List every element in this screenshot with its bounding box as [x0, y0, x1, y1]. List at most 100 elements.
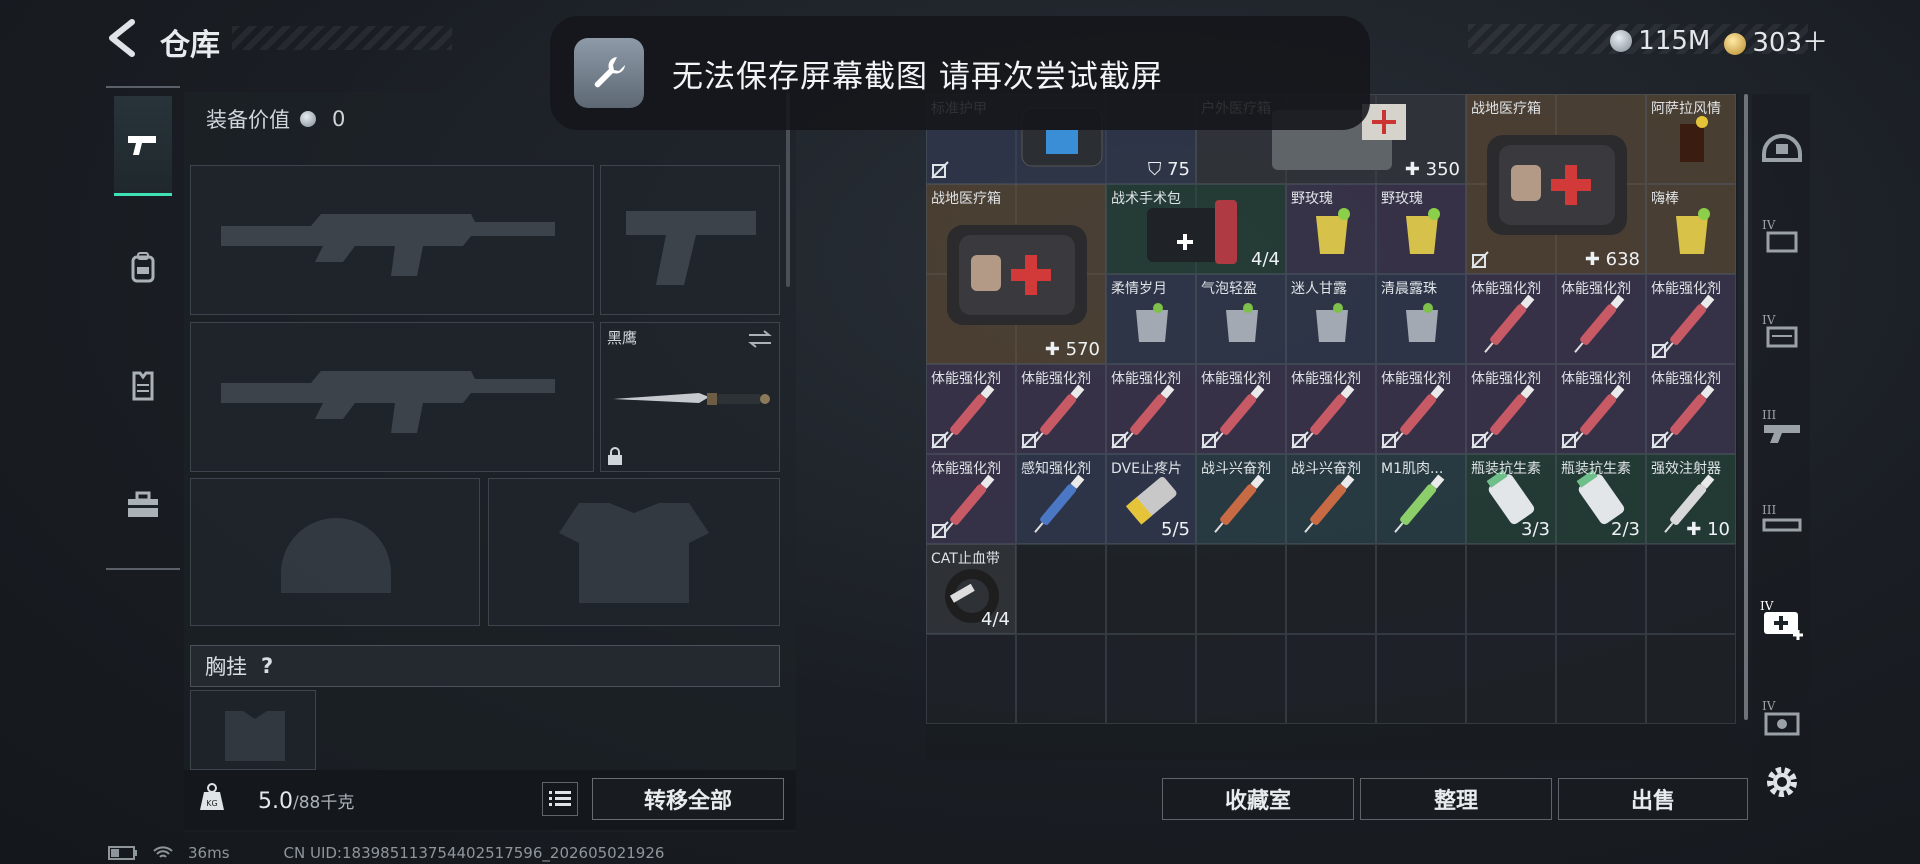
storage-item[interactable]: 野玫瑰 [1286, 184, 1376, 274]
storage-item[interactable]: 体能强化剂 [1556, 364, 1646, 454]
gold-currency[interactable]: 303＋ [1724, 22, 1828, 59]
help-icon[interactable]: ? [261, 654, 273, 678]
item-count-value: 75 [1167, 159, 1190, 180]
empty-slot[interactable] [1286, 544, 1376, 634]
filter-medical-iv[interactable]: IV [1756, 590, 1808, 650]
empty-slot[interactable] [1196, 544, 1286, 634]
back-chevron-icon[interactable] [104, 18, 140, 58]
filter-gun-iii[interactable]: III [1756, 395, 1808, 455]
gold-amount: 303＋ [1752, 28, 1828, 58]
storage-item[interactable]: 阿萨拉风情 [1646, 94, 1736, 184]
filter-device-iv[interactable]: IV [1756, 688, 1808, 748]
no-trade-icon [931, 521, 949, 539]
empty-slot[interactable] [1016, 544, 1106, 634]
filter-armor-iv-b[interactable]: IV [1756, 300, 1808, 360]
tab-toolbox[interactable] [114, 455, 172, 555]
settings-button[interactable] [1756, 752, 1808, 812]
storage-item[interactable]: 体能强化剂 [1016, 364, 1106, 454]
storage-item[interactable]: 战术手术包 4/4 [1106, 184, 1286, 274]
storage-item[interactable]: 瓶装抗生素 2/3 [1556, 454, 1646, 544]
storage-item[interactable]: 体能强化剂 [1556, 274, 1646, 364]
list-view-button[interactable] [542, 782, 578, 816]
storage-item[interactable]: 嗨棒 [1646, 184, 1736, 274]
storage-grid: 标准护甲⛉ 75户外医疗箱✚ 350战地医疗箱✚ 638阿萨拉风情战地医疗箱✚ … [926, 94, 1738, 760]
vest-silhouette-icon [225, 711, 285, 761]
item-count-value: 5/5 [1161, 519, 1190, 540]
primary-weapon-slot[interactable] [190, 165, 594, 315]
filter-armor-iv[interactable]: IV [1756, 205, 1808, 265]
no-trade-icon [1651, 341, 1669, 359]
storage-item[interactable]: 气泡轻盈 [1196, 274, 1286, 364]
helmet-slot[interactable] [190, 478, 480, 626]
swap-icon[interactable] [747, 329, 773, 349]
melee-slot[interactable]: 黑鹰 [600, 322, 780, 472]
storage-scrollbar[interactable] [1744, 94, 1748, 720]
silver-currency[interactable]: 115M [1610, 26, 1710, 56]
item-count: ✚ 350 [1405, 159, 1460, 180]
storage-item[interactable]: 体能强化剂 [1376, 364, 1466, 454]
armor-slot[interactable] [488, 478, 780, 626]
sell-button[interactable]: 出售 [1558, 778, 1748, 820]
storage-item[interactable]: 战地医疗箱 ✚ 638 [1466, 94, 1646, 274]
storage-item[interactable]: 柔情岁月 [1106, 274, 1196, 364]
storage-item[interactable]: 战斗兴奋剂 [1196, 454, 1286, 544]
storage-item[interactable]: 迷人甘露 [1286, 274, 1376, 364]
storage-item[interactable]: 体能强化剂 [926, 364, 1016, 454]
storage-item[interactable]: 体能强化剂 [1466, 274, 1556, 364]
filter-helmet[interactable] [1756, 112, 1808, 172]
item-name: 体能强化剂 [1021, 371, 1091, 387]
tab-backpack[interactable] [114, 218, 172, 318]
storage-item[interactable]: 体能强化剂 [926, 454, 1016, 544]
wifi-icon [153, 846, 173, 858]
storage-item[interactable]: 体能强化剂 [1646, 364, 1736, 454]
empty-slot[interactable] [1376, 544, 1466, 634]
chest-rig-slot[interactable] [190, 690, 316, 770]
empty-slot[interactable] [1556, 544, 1646, 634]
storage-item[interactable]: CAT止血带 4/4 [926, 544, 1016, 634]
storage-item[interactable]: 体能强化剂 [1196, 364, 1286, 454]
filter-gun-iii-b[interactable]: III [1756, 490, 1808, 550]
empty-slot[interactable] [1556, 634, 1646, 724]
storage-item[interactable]: 战地医疗箱 ✚ 570 [926, 184, 1106, 364]
no-trade-icon [1471, 431, 1489, 449]
empty-slot[interactable] [1466, 634, 1556, 724]
battery-icon [108, 846, 137, 860]
storage-item[interactable]: 体能强化剂 [1286, 364, 1376, 454]
empty-slot[interactable] [1646, 544, 1736, 634]
storage-item[interactable]: 野玫瑰 [1376, 184, 1466, 274]
transfer-all-button[interactable]: 转移全部 [592, 778, 784, 820]
equipment-value: 装备价值 0 [206, 104, 345, 134]
storage-item[interactable]: M1肌肉... [1376, 454, 1466, 544]
storage-item[interactable]: 体能强化剂 [1646, 274, 1736, 364]
item-name: 体能强化剂 [1561, 371, 1631, 387]
storage-item[interactable]: 体能强化剂 [1106, 364, 1196, 454]
empty-slot[interactable] [1106, 634, 1196, 724]
storage-item[interactable]: 体能强化剂 [1466, 364, 1556, 454]
gold-coin-icon [1724, 32, 1747, 55]
storage-item[interactable]: 瓶装抗生素 3/3 [1466, 454, 1556, 544]
lock-icon [608, 447, 622, 465]
empty-slot[interactable] [1646, 634, 1736, 724]
empty-slot[interactable] [1016, 634, 1106, 724]
storage-item[interactable]: 感知强化剂 [1016, 454, 1106, 544]
empty-slot[interactable] [1106, 544, 1196, 634]
tab-weapons[interactable] [114, 96, 172, 196]
sort-button[interactable]: 整理 [1360, 778, 1552, 820]
tab-vest[interactable] [114, 336, 172, 436]
item-count-value: 570 [1065, 339, 1100, 360]
storage-item[interactable]: DVE止疼片 5/5 [1106, 454, 1196, 544]
empty-slot[interactable] [1286, 634, 1376, 724]
helmet-silhouette-icon [281, 518, 391, 593]
primary-weapon-slot-2[interactable] [190, 322, 594, 472]
armor-shield-icon: ⛉ [1147, 159, 1168, 180]
empty-slot[interactable] [1196, 634, 1286, 724]
empty-slot[interactable] [926, 634, 1016, 724]
empty-slot[interactable] [1466, 544, 1556, 634]
storage-item[interactable]: 强效注射器 ✚ 10 [1646, 454, 1736, 544]
storage-item[interactable]: 清晨露珠 [1376, 274, 1466, 364]
status-bar: 36ms CN UID:183985113754402517596_202605… [108, 844, 664, 862]
empty-slot[interactable] [1376, 634, 1466, 724]
secondary-weapon-slot[interactable] [600, 165, 780, 315]
vault-button[interactable]: 收藏室 [1162, 778, 1354, 820]
storage-item[interactable]: 战斗兴奋剂 [1286, 454, 1376, 544]
